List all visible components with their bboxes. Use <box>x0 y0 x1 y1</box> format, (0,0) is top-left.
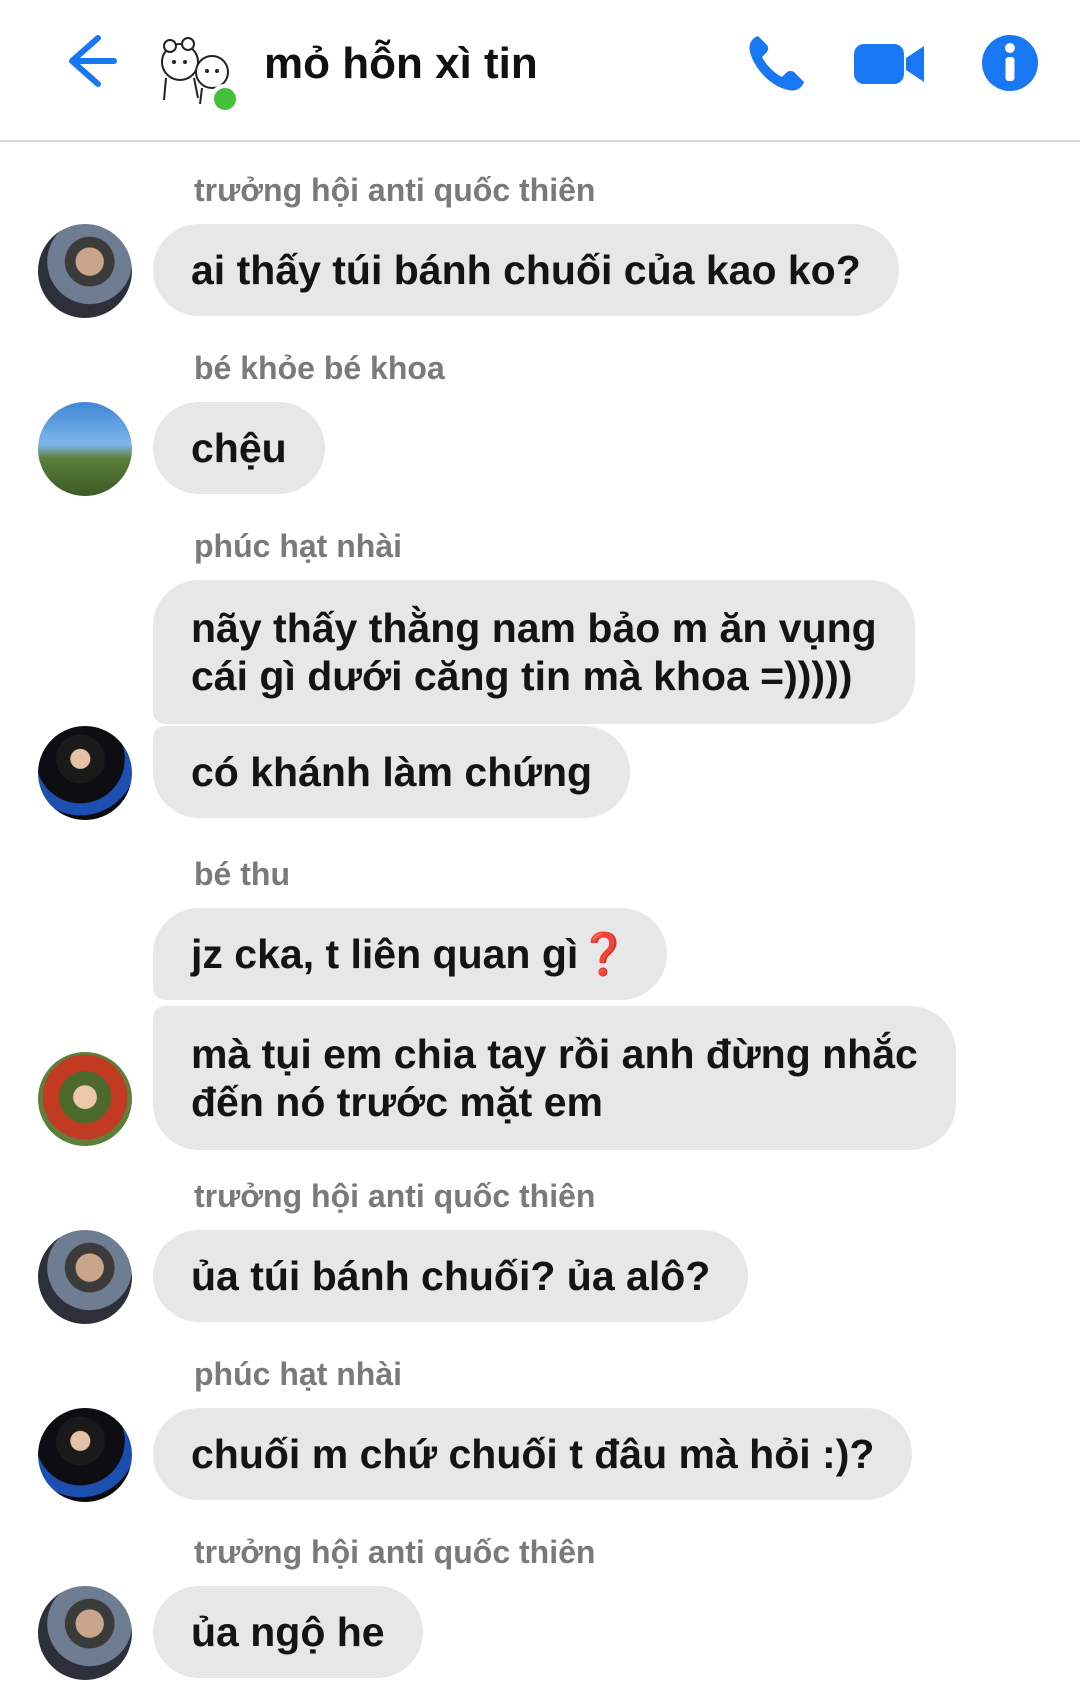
sender-name: phúc hạt nhài <box>194 1356 402 1392</box>
back-arrow-icon[interactable] <box>50 26 120 96</box>
info-icon[interactable] <box>976 30 1046 96</box>
online-status-dot <box>210 84 240 114</box>
message-list[interactable]: trưởng hội anti quốc thiên ai thấy túi b… <box>0 142 1080 1701</box>
message-text: jz cka, t liên quan gì <box>191 931 579 977</box>
message-bubble[interactable]: jz cka, t liên quan gì❓ <box>153 908 668 1000</box>
avatar[interactable] <box>38 1230 132 1324</box>
message-bubble[interactable]: nãy thấy thằng nam bảo m ăn vụng cái gì … <box>153 580 915 724</box>
phone-icon[interactable] <box>744 30 814 96</box>
message-bubble[interactable]: ủa túi bánh chuối? ủa alô? <box>153 1230 749 1322</box>
message-bubble[interactable]: ủa ngộ he <box>153 1586 423 1678</box>
sender-name: trưởng hội anti quốc thiên <box>194 172 596 208</box>
message-bubble[interactable]: ai thấy túi bánh chuối của kao ko? <box>153 224 899 316</box>
sender-name: trưởng hội anti quốc thiên <box>194 1178 596 1214</box>
sender-name: bé khỏe bé khoa <box>194 350 445 386</box>
chat-title[interactable]: mỏ hỗn xì tin <box>264 38 538 90</box>
avatar[interactable] <box>38 224 132 318</box>
message-bubble[interactable]: có khánh làm chứng <box>153 726 631 818</box>
avatar[interactable] <box>38 726 132 820</box>
avatar[interactable] <box>38 1052 132 1146</box>
sender-name: bé thu <box>194 856 290 892</box>
message-bubble[interactable]: chệu <box>153 402 325 494</box>
video-camera-icon[interactable] <box>852 30 928 96</box>
avatar[interactable] <box>38 402 132 496</box>
avatar[interactable] <box>38 1408 132 1502</box>
sender-name: phúc hạt nhài <box>194 528 402 564</box>
message-bubble[interactable]: chuối m chứ chuối t đâu mà hỏi :)? <box>153 1408 913 1500</box>
avatar[interactable] <box>38 1586 132 1680</box>
question-mark-emoji: ❓ <box>578 931 630 977</box>
sender-name: trưởng hội anti quốc thiên <box>194 1534 596 1570</box>
chat-header: mỏ hỗn xì tin <box>0 0 1080 142</box>
message-bubble[interactable]: mà tụi em chia tay rồi anh đừng nhắc đến… <box>153 1006 956 1150</box>
